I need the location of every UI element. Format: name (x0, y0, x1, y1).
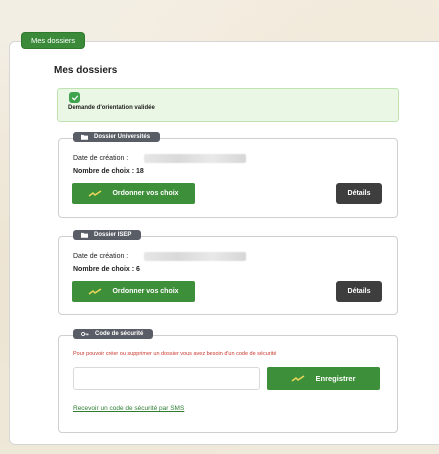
dossier-card: Dossier Universités Date de création : N… (58, 132, 398, 218)
save-button[interactable]: Enregistrer (267, 367, 380, 390)
security-warning: Pour pouvoir créer ou supprimer un dossi… (73, 351, 277, 357)
creation-date-label: Date de création : (73, 155, 129, 162)
details-button[interactable]: Détails (336, 183, 382, 204)
check-icon (69, 92, 80, 103)
folder-icon (81, 232, 88, 238)
key-icon (81, 332, 89, 336)
details-button[interactable]: Détails (336, 281, 382, 302)
dossier-card: Dossier ISEP Date de création : Nombre d… (58, 230, 398, 315)
page-title: Mes dossiers (54, 65, 118, 76)
success-alert: Demande d'orientation validée (57, 88, 399, 122)
creation-date-value (144, 252, 246, 261)
folder-icon (81, 134, 88, 140)
order-choices-label: Ordonner vos choix (112, 288, 179, 295)
dossier-tag: Dossier Universités (73, 132, 161, 142)
panel-tab: Mes dossiers (22, 33, 85, 48)
order-choices-button[interactable]: Ordonner vos choix (72, 183, 195, 204)
sms-code-link[interactable]: Recevoir un code de sécurité par SMS (73, 405, 184, 412)
creation-date-value (144, 154, 246, 163)
order-choices-label: Ordonner vos choix (112, 190, 179, 197)
save-button-label: Enregistrer (315, 374, 356, 383)
alert-text: Demande d'orientation validée (68, 105, 155, 111)
arrow-icon (88, 287, 102, 295)
dossier-tag: Dossier ISEP (73, 230, 142, 240)
security-tag: Code de sécurité (73, 329, 154, 339)
creation-date-label: Date de création : (73, 253, 129, 260)
arrow-icon (88, 189, 102, 197)
order-choices-button[interactable]: Ordonner vos choix (72, 281, 195, 302)
security-card: Code de sécurité Pour pouvoir créer ou s… (58, 329, 398, 433)
dossier-tag-label: Dossier ISEP (94, 232, 132, 238)
security-code-input[interactable] (73, 367, 260, 390)
dossier-tag-label: Dossier Universités (94, 134, 151, 140)
choice-count: Nombre de choix : 18 (73, 168, 144, 175)
choice-count: Nombre de choix : 6 (73, 266, 140, 273)
security-tag-label: Code de sécurité (95, 331, 144, 337)
arrow-icon (292, 374, 305, 382)
